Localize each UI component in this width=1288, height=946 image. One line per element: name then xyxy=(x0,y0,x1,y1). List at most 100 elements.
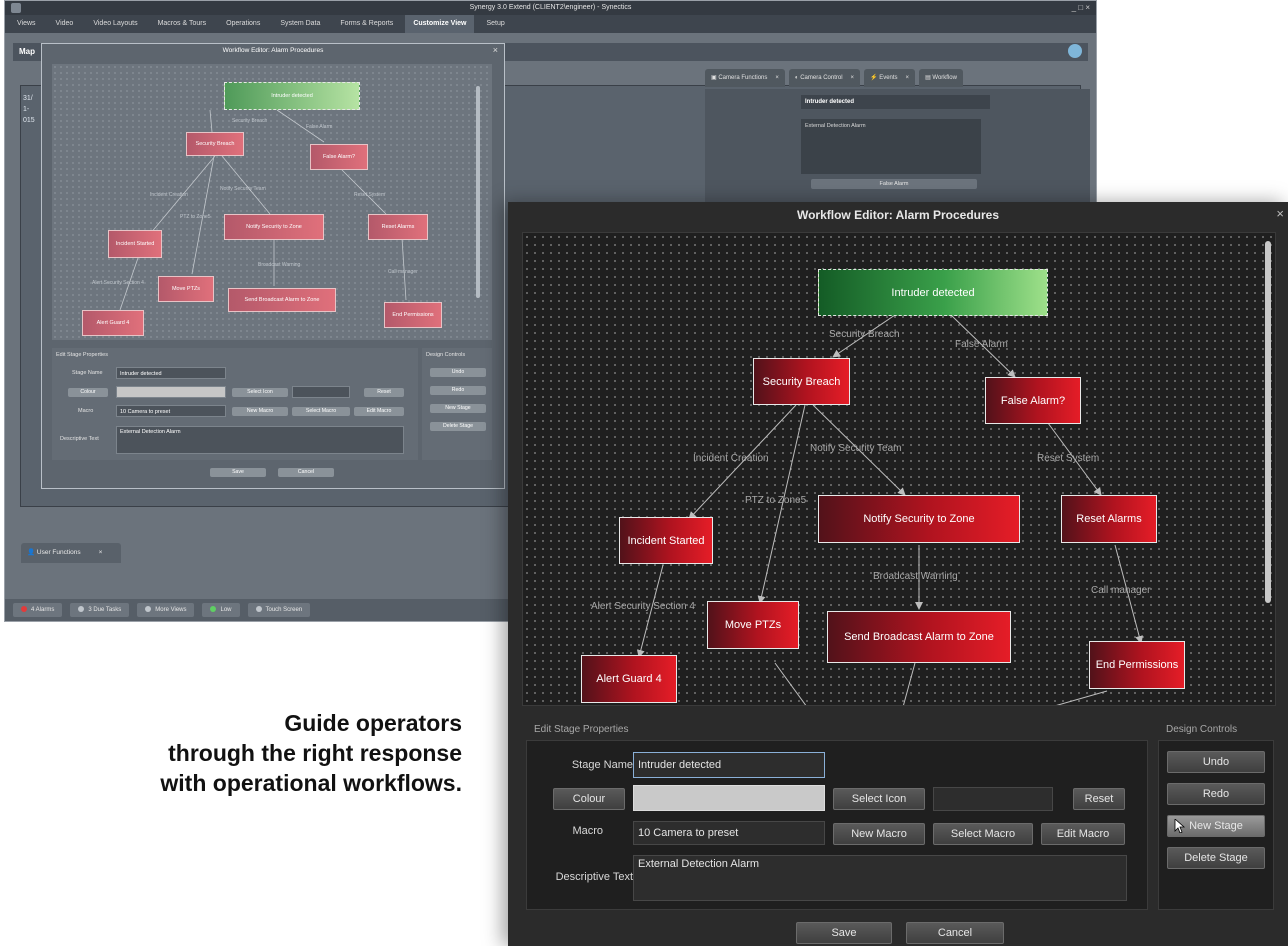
select-icon-button[interactable]: Select Icon xyxy=(833,788,925,810)
workflow-edge-label: False Alarm xyxy=(306,124,333,130)
stage-name-field[interactable]: Intruder detected xyxy=(633,752,825,778)
more-views-button[interactable]: More Views xyxy=(137,603,195,617)
workflow-node[interactable]: False Alarm? xyxy=(310,144,368,170)
menu-video[interactable]: Video xyxy=(48,15,82,33)
tagline-line: through the right response xyxy=(168,740,462,766)
close-icon[interactable]: × xyxy=(1276,204,1284,224)
reset-button[interactable]: Reset xyxy=(1073,788,1125,810)
undo-button[interactable]: Undo xyxy=(430,368,486,377)
workflow-editor-dialog: Workflow Editor: Alarm Procedures × Intr… xyxy=(508,202,1288,946)
workflow-node-reset-alarms[interactable]: Reset Alarms xyxy=(1061,495,1157,543)
tab-camera-control[interactable]: ◐ Camera Control × xyxy=(788,69,861,87)
macro-field[interactable]: 10 Camera to preset xyxy=(633,821,825,845)
globe-icon[interactable] xyxy=(1068,44,1082,58)
menu-setup[interactable]: Setup xyxy=(478,15,512,33)
select-macro-button[interactable]: Select Macro xyxy=(292,407,350,416)
workflow-node-incident-started[interactable]: Incident Started xyxy=(619,517,713,564)
window-controls[interactable]: _ □ × xyxy=(1072,1,1090,15)
close-icon[interactable]: × xyxy=(906,75,910,81)
descriptive-text-field[interactable]: External Detection Alarm xyxy=(633,855,1127,901)
menu-operations[interactable]: Operations xyxy=(218,15,268,33)
app-logo-icon xyxy=(11,3,21,13)
workflow-node-alert-guard[interactable]: Alert Guard 4 xyxy=(581,655,677,703)
level-label: Low xyxy=(220,607,232,613)
false-alarm-button[interactable]: False Alarm xyxy=(811,179,977,189)
undo-button[interactable]: Undo xyxy=(1167,751,1265,773)
edit-macro-button[interactable]: Edit Macro xyxy=(1041,823,1125,845)
workflow-node-move-ptzs[interactable]: Move PTZs xyxy=(707,601,799,649)
cancel-button[interactable]: Cancel xyxy=(906,922,1004,944)
edge-label-false-alarm: False Alarm xyxy=(955,339,1008,350)
icon-preview xyxy=(933,787,1053,811)
tab-events[interactable]: ⚡ Events × xyxy=(864,69,916,87)
due-tasks-button[interactable]: 3 Due Tasks xyxy=(70,603,130,617)
close-icon[interactable]: × xyxy=(99,549,103,556)
save-button[interactable]: Save xyxy=(796,922,892,944)
close-icon[interactable]: × xyxy=(775,75,779,81)
workflow-edge-label: Incident Creation xyxy=(150,192,188,198)
save-button[interactable]: Save xyxy=(210,468,266,477)
colour-button[interactable]: Colour xyxy=(553,788,625,810)
macro-field[interactable]: 10 Camera to preset xyxy=(116,405,226,417)
mouse-pointer-icon xyxy=(1174,819,1186,833)
menu-customize-view[interactable]: Customize View xyxy=(405,15,475,33)
new-macro-button[interactable]: New Macro xyxy=(232,407,288,416)
redo-button[interactable]: Redo xyxy=(430,386,486,395)
menu-views[interactable]: Views xyxy=(9,15,44,33)
workflow-stage-title: Intruder detected xyxy=(801,95,990,109)
workflow-node[interactable]: Incident Started xyxy=(108,230,162,258)
workflow-node[interactable]: Reset Alarms xyxy=(368,214,428,240)
level-button[interactable]: Low xyxy=(202,603,240,617)
workflow-edge-label: Security Breach xyxy=(232,118,268,124)
colour-button[interactable]: Colour xyxy=(68,388,108,397)
edit-macro-button[interactable]: Edit Macro xyxy=(354,407,404,416)
workflow-node[interactable]: Notify Security to Zone xyxy=(224,214,324,240)
vertical-scrollbar[interactable] xyxy=(1265,241,1271,603)
vertical-scrollbar[interactable] xyxy=(476,86,480,298)
workflow-node-intruder-detected[interactable]: Intruder detected xyxy=(818,269,1048,316)
tab-user-functions[interactable]: 👤 User Functions × xyxy=(21,543,121,563)
colour-swatch[interactable] xyxy=(116,386,226,398)
new-stage-button[interactable]: New Stage xyxy=(430,404,486,413)
workflow-node[interactable]: Alert Guard 4 xyxy=(82,310,144,336)
select-macro-button[interactable]: Select Macro xyxy=(933,823,1033,845)
workflow-node[interactable]: Send Broadcast Alarm to Zone xyxy=(228,288,336,312)
tab-workflow[interactable]: ▤ Workflow xyxy=(919,69,963,87)
edge-line xyxy=(903,662,916,705)
delete-stage-button[interactable]: Delete Stage xyxy=(430,422,486,431)
alarms-button[interactable]: 4 Alarms xyxy=(13,603,63,617)
touch-screen-button[interactable]: Touch Screen xyxy=(247,603,311,617)
select-icon-button[interactable]: Select Icon xyxy=(232,388,288,397)
delete-stage-button[interactable]: Delete Stage xyxy=(1167,847,1265,869)
workflow-node[interactable]: Intruder detected xyxy=(224,82,360,110)
redo-button[interactable]: Redo xyxy=(1167,783,1265,805)
menu-video-layouts[interactable]: Video Layouts xyxy=(85,15,145,33)
workflow-node-end-permissions[interactable]: End Permissions xyxy=(1089,641,1185,689)
menu-macros-tours[interactable]: Macros & Tours xyxy=(150,15,215,33)
colour-swatch[interactable] xyxy=(633,785,825,811)
tab-camera-functions[interactable]: ▣ Camera Functions × xyxy=(705,69,785,87)
menu-forms-reports[interactable]: Forms & Reports xyxy=(332,15,401,33)
stage-name-label: Stage Name xyxy=(571,759,633,771)
tab-label: Camera Functions xyxy=(718,75,768,81)
user-icon: 👤 xyxy=(27,549,37,556)
workflow-node[interactable]: Move PTZs xyxy=(158,276,214,302)
new-macro-button[interactable]: New Macro xyxy=(833,823,925,845)
macro-label: Macro xyxy=(572,825,603,837)
descriptive-text-field[interactable]: External Detection Alarm xyxy=(116,426,404,454)
workflow-node-send-broadcast[interactable]: Send Broadcast Alarm to Zone xyxy=(827,611,1011,663)
workflow-canvas[interactable]: Intruder detected Security Breach False … xyxy=(522,232,1276,706)
workflow-node-security-breach[interactable]: Security Breach xyxy=(753,358,850,405)
stage-name-field[interactable]: Intruder detected xyxy=(116,367,226,379)
close-icon[interactable]: × xyxy=(493,45,498,55)
cancel-button[interactable]: Cancel xyxy=(278,468,334,477)
workflow-node[interactable]: End Permissions xyxy=(384,302,442,328)
menu-system-data[interactable]: System Data xyxy=(272,15,328,33)
workflow-node-notify-security[interactable]: Notify Security to Zone xyxy=(818,495,1020,543)
close-icon[interactable]: × xyxy=(851,75,855,81)
new-stage-button[interactable]: New Stage xyxy=(1167,815,1265,837)
reset-button[interactable]: Reset xyxy=(364,388,404,397)
workflow-edge-label: PTZ to Zone5 xyxy=(180,214,211,220)
workflow-node[interactable]: Security Breach xyxy=(186,132,244,156)
workflow-node-false-alarm[interactable]: False Alarm? xyxy=(985,377,1081,424)
